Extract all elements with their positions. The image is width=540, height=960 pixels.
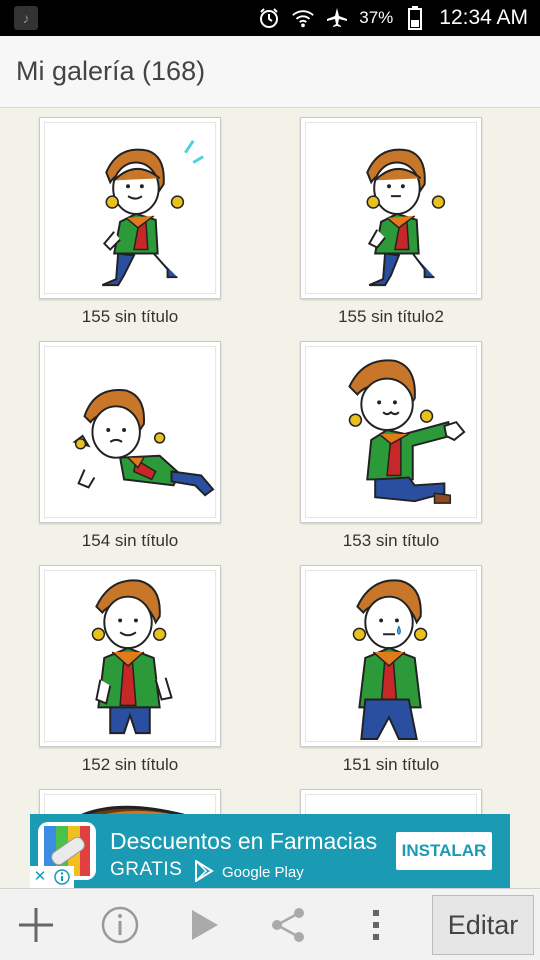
gallery-thumbnail[interactable] — [39, 341, 221, 523]
info-button[interactable] — [90, 889, 150, 960]
gallery-thumbnail[interactable] — [300, 789, 482, 814]
add-button[interactable] — [6, 889, 66, 960]
battery-icon — [403, 6, 427, 30]
page-title: Mi galería (168) — [16, 56, 206, 86]
google-play-label: Google Play — [222, 864, 304, 881]
gallery-item[interactable]: 152 sin título — [39, 565, 221, 775]
battery-percent: 37% — [359, 8, 394, 27]
alarm-icon — [257, 6, 281, 30]
gallery-item[interactable]: 151 sin título — [300, 565, 482, 775]
app-header: Mi galería (168) — [0, 36, 540, 108]
character-drawing — [101, 139, 204, 287]
gallery-caption: 151 sin título — [342, 755, 440, 774]
gallery-thumbnail[interactable] — [300, 117, 482, 299]
character-drawing — [348, 359, 466, 504]
gallery-caption: 155 sin título — [81, 307, 179, 326]
gallery-item[interactable]: 155 sin título — [39, 117, 221, 327]
gallery-caption: 155 sin título2 — [338, 307, 444, 326]
install-button[interactable]: INSTALAR — [396, 832, 492, 870]
play-icon — [192, 910, 218, 940]
gallery-caption: 153 sin título — [342, 531, 440, 550]
character-drawing — [81, 805, 185, 814]
status-bar: ♪ 37% 12:34 AM — [0, 0, 540, 36]
ad-banner[interactable]: Descuentos en Farmacias GRATIS Google Pl… — [30, 814, 510, 888]
wifi-icon — [291, 6, 315, 30]
share-button[interactable] — [258, 889, 318, 960]
gallery-item[interactable] — [300, 789, 482, 814]
share-icon — [272, 908, 304, 942]
gallery-caption: 154 sin título — [81, 531, 179, 550]
clock: 12:34 AM — [439, 6, 528, 29]
gallery-thumbnail[interactable] — [300, 565, 482, 747]
gallery-item[interactable]: 155 sin título2 — [300, 117, 482, 327]
more-button[interactable] — [346, 889, 406, 960]
ad-close-icon[interactable]: ✕ — [30, 866, 50, 888]
music-app-icon: ♪ — [14, 6, 38, 30]
character-drawing — [366, 148, 446, 287]
more-vert-icon — [373, 910, 379, 940]
airplane-icon — [325, 6, 349, 30]
ad-info-icon[interactable] — [50, 866, 74, 888]
ad-subtitle: GRATIS — [110, 859, 183, 880]
character-drawing — [91, 579, 173, 735]
gallery-caption: 152 sin título — [81, 755, 179, 774]
gallery-grid[interactable]: 155 sin título 155 sin título2 154 sin t… — [0, 109, 540, 814]
gallery-thumbnail[interactable] — [39, 117, 221, 299]
play-button[interactable] — [174, 889, 234, 960]
add-icon — [19, 908, 53, 942]
gallery-item[interactable]: 153 sin título — [300, 341, 482, 551]
character-drawing — [72, 389, 215, 497]
info-icon — [101, 906, 139, 944]
google-play-icon — [194, 859, 214, 883]
ad-title: Descuentos en Farmacias — [110, 828, 378, 854]
gallery-item[interactable]: 154 sin título — [39, 341, 221, 551]
bottom-toolbar: Editar — [0, 888, 540, 960]
gallery-item[interactable] — [39, 789, 221, 814]
gallery-thumbnail[interactable] — [39, 565, 221, 747]
gallery-thumbnail[interactable] — [39, 789, 221, 814]
gallery-thumbnail[interactable] — [300, 341, 482, 523]
character-drawing — [352, 579, 428, 741]
edit-button[interactable]: Editar — [432, 895, 534, 955]
